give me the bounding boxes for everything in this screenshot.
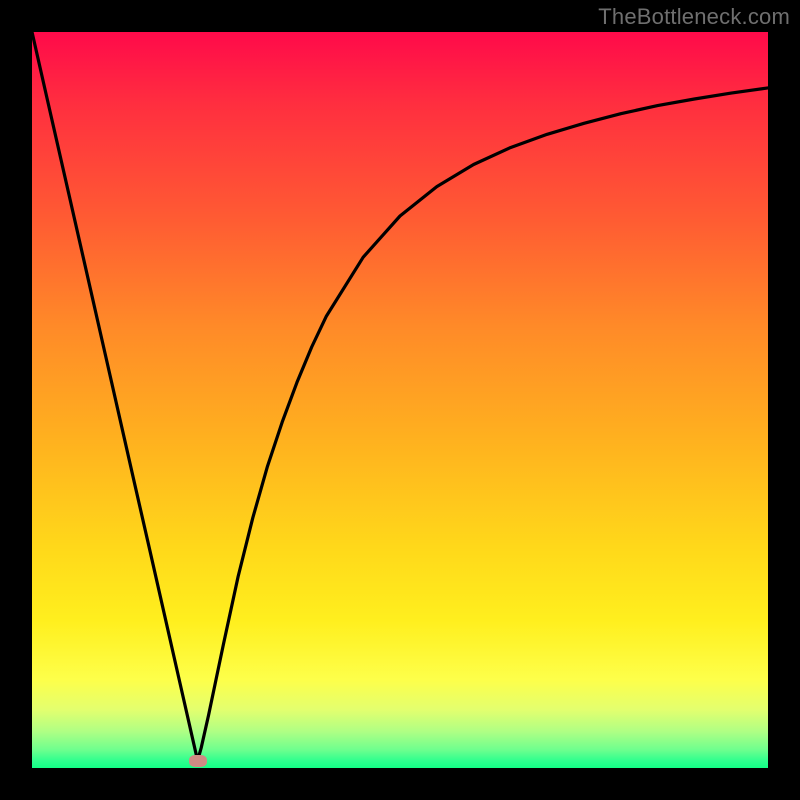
watermark-text: TheBottleneck.com xyxy=(598,4,790,30)
threshold-marker xyxy=(189,755,207,767)
plot-area xyxy=(32,32,768,768)
curve-line xyxy=(32,32,768,768)
chart-frame: TheBottleneck.com xyxy=(0,0,800,800)
